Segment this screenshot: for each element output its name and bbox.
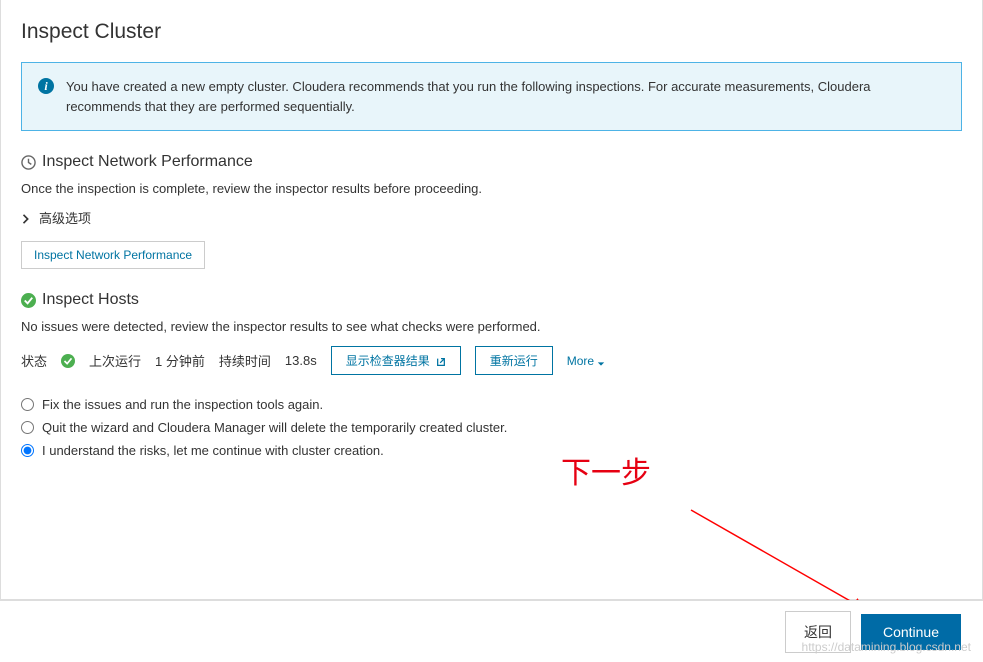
status-check-icon <box>61 354 75 368</box>
caret-down-icon <box>597 357 605 365</box>
option-label: Fix the issues and run the inspection to… <box>42 397 323 412</box>
radio-input[interactable] <box>21 444 34 457</box>
option-label: Quit the wizard and Cloudera Manager wil… <box>42 420 507 435</box>
option-continue-anyway[interactable]: I understand the risks, let me continue … <box>21 443 962 458</box>
external-link-icon <box>436 356 446 366</box>
network-description: Once the inspection is complete, review … <box>21 181 962 196</box>
more-dropdown[interactable]: More <box>567 354 605 368</box>
network-section-header: Inspect Network Performance <box>21 153 962 171</box>
hosts-description: No issues were detected, review the insp… <box>21 319 962 334</box>
clock-icon <box>21 155 36 170</box>
status-label: 状态 <box>21 351 47 370</box>
hosts-heading: Inspect Hosts <box>42 291 139 309</box>
option-label: I understand the risks, let me continue … <box>42 443 384 458</box>
status-row: 状态 上次运行 1 分钟前 持续时间 13.8s 显示检查器结果 重新运行 Mo… <box>21 346 962 375</box>
more-label: More <box>567 354 594 368</box>
last-run-value: 1 分钟前 <box>155 351 205 370</box>
radio-input[interactable] <box>21 421 34 434</box>
info-icon: i <box>38 78 54 94</box>
network-heading: Inspect Network Performance <box>42 153 253 171</box>
radio-input[interactable] <box>21 398 34 411</box>
advanced-options-toggle[interactable]: 高级选项 <box>21 208 962 227</box>
inspect-network-button[interactable]: Inspect Network Performance <box>21 241 205 269</box>
duration-label: 持续时间 <box>219 351 271 370</box>
show-results-label: 显示检查器结果 <box>346 352 430 369</box>
option-fix-issues[interactable]: Fix the issues and run the inspection to… <box>21 397 962 412</box>
chevron-right-icon <box>21 212 33 224</box>
watermark: https://datamining.blog.csdn.net <box>802 640 971 654</box>
options-radio-group: Fix the issues and run the inspection to… <box>21 397 962 458</box>
hosts-section-header: Inspect Hosts <box>21 291 962 309</box>
annotation-text: 下一步 <box>561 448 651 492</box>
advanced-label: 高级选项 <box>39 208 91 227</box>
info-banner: i You have created a new empty cluster. … <box>21 62 962 131</box>
duration-value: 13.8s <box>285 353 317 368</box>
show-results-button[interactable]: 显示检查器结果 <box>331 346 461 375</box>
option-quit-wizard[interactable]: Quit the wizard and Cloudera Manager wil… <box>21 420 962 435</box>
rerun-button[interactable]: 重新运行 <box>475 346 553 375</box>
page-title: Inspect Cluster <box>21 20 962 44</box>
main-content: Inspect Cluster i You have created a new… <box>0 0 983 600</box>
check-circle-icon <box>21 293 36 308</box>
banner-text: You have created a new empty cluster. Cl… <box>66 77 945 116</box>
last-run-label: 上次运行 <box>89 351 141 370</box>
